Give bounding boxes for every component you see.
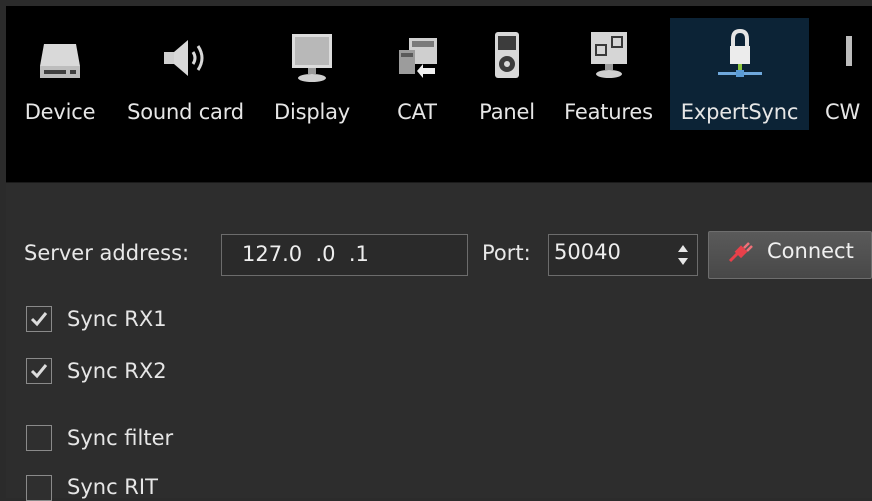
tab-label: Sound card: [127, 100, 244, 124]
tab-panel[interactable]: Panel: [467, 18, 547, 130]
settings-toolbar: Device Sound card Display CAT Panel Feat…: [6, 6, 872, 183]
settings-window: Device Sound card Display CAT Panel Feat…: [6, 6, 872, 501]
sync-rx1-label: Sync RX1: [67, 307, 167, 331]
connect-label: Connect: [767, 239, 854, 263]
checkmark-icon: [30, 364, 48, 379]
plug-icon: [728, 242, 753, 263]
sync-filter-label: Sync filter: [67, 426, 174, 450]
tab-features[interactable]: Features: [547, 18, 670, 130]
speaker-icon: [163, 40, 203, 76]
server-address-field[interactable]: 127.0 .0 .1: [221, 234, 468, 276]
tab-label: Panel: [479, 100, 535, 124]
tab-label: Display: [273, 100, 350, 124]
lock-network-icon: [717, 28, 762, 77]
tab-label: Device: [24, 100, 96, 124]
sync-rit-label: Sync RIT: [67, 475, 158, 499]
tab-label: ExpertSync: [680, 100, 799, 124]
port-spinbox[interactable]: 50040: [548, 234, 698, 276]
cat-icon: [399, 38, 437, 78]
expertsync-panel: Server address: 127.0 .0 .1 Port: 50040 …: [6, 183, 872, 501]
sync-rx1-checkbox[interactable]: [26, 306, 52, 332]
features-icon: [590, 32, 627, 78]
tab-sound-card[interactable]: Sound card: [114, 18, 257, 130]
sync-filter-checkbox[interactable]: [26, 425, 52, 451]
sync-rit-checkbox[interactable]: [26, 475, 52, 501]
cw-icon: [846, 36, 852, 66]
monitor-icon: [292, 34, 332, 82]
spin-arrows-icon[interactable]: [677, 240, 689, 270]
server-address-label: Server address:: [24, 241, 190, 265]
connect-button[interactable]: Connect: [708, 231, 872, 279]
tab-label: Features: [564, 100, 653, 124]
tab-cat[interactable]: CAT: [367, 18, 467, 130]
port-value: 50040: [554, 240, 621, 264]
tab-display[interactable]: Display: [257, 18, 367, 130]
port-label: Port:: [482, 241, 531, 265]
sync-rx2-label: Sync RX2: [67, 359, 167, 383]
panel-icon: [495, 32, 519, 78]
sync-rx2-checkbox[interactable]: [26, 358, 52, 384]
drive-icon: [40, 44, 80, 78]
tab-label: CAT: [397, 100, 437, 124]
tab-cw[interactable]: CW: [809, 18, 872, 130]
tab-device[interactable]: Device: [6, 18, 114, 130]
tab-expertsync[interactable]: ExpertSync: [670, 18, 809, 130]
tab-label: CW: [825, 100, 861, 124]
checkmark-icon: [30, 312, 48, 327]
